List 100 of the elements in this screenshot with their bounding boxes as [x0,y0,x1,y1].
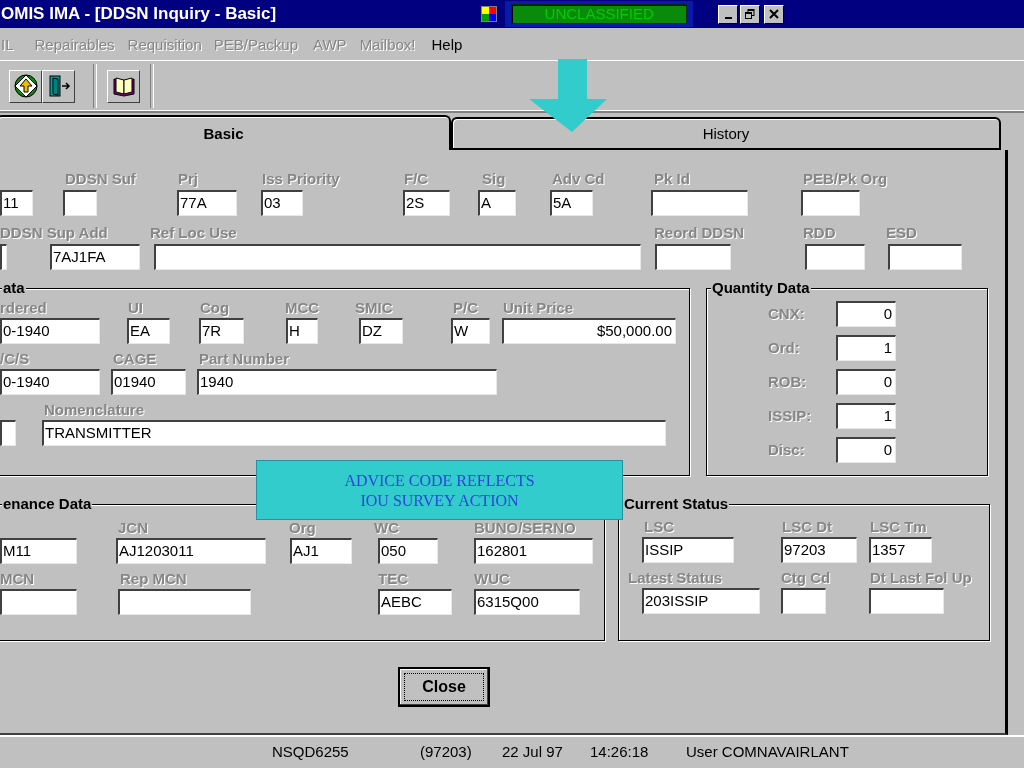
field-label: ISSIP: [768,407,812,424]
close-button[interactable]: Close [398,667,490,707]
app-icon [481,6,498,22]
tab[interactable]: History [451,117,1001,150]
text-field[interactable]: 0-1940 [0,369,100,395]
field-label: P/C [453,299,478,316]
field-label: Org [289,519,316,536]
field-label: JCN [118,519,148,536]
field-label: Dt Last Fol Up [870,569,972,586]
text-field[interactable]: M11 [0,538,77,564]
restore-icon [745,9,756,19]
text-field[interactable]: AJ1 [290,538,352,564]
text-field[interactable] [781,588,826,614]
text-field[interactable]: 1 [836,403,896,429]
text-field[interactable]: EA [127,318,170,344]
group-title: enance Data [2,496,93,512]
text-field[interactable] [869,588,944,614]
text-field[interactable] [805,244,865,270]
text-field[interactable] [801,190,860,216]
minimize-button[interactable] [718,4,739,24]
field-label: Iss Priority [262,170,340,187]
book-icon[interactable] [107,69,140,103]
text-field[interactable] [118,589,251,615]
text-field[interactable]: 050 [378,538,438,564]
text-field[interactable]: 01940 [111,369,186,395]
text-field[interactable]: 2S [403,190,450,216]
group-title: Current Status [623,496,730,512]
field-label: rdered [0,299,47,316]
text-field[interactable]: H [286,318,318,344]
text-field[interactable]: 1 [836,335,896,361]
status-text: 14:26:18 [590,743,650,760]
field-label: Unit Price [503,299,574,316]
field-label: Prj [178,170,198,187]
text-field[interactable]: 0 [836,301,896,327]
classification-label: UNCLASSIFIED [511,4,688,24]
text-field[interactable] [0,589,77,615]
field-label: Part Number [199,350,290,367]
field-label: WUC [474,570,510,587]
minimize-icon [724,16,732,19]
text-field[interactable]: 0-1940 [0,318,100,344]
status-text: NSQD6255 [272,743,350,760]
field-label: CAGE [113,350,157,367]
text-field[interactable]: 7R [199,318,244,344]
field-label: Cog [200,299,230,316]
field-label: Ref Loc Use [150,224,237,241]
text-field[interactable]: 162801 [474,538,593,564]
text-field[interactable]: 0 [836,369,896,395]
text-field[interactable]: W [451,318,490,344]
window-title: OMIS IMA - [DDSN Inquiry - Basic] [1,4,277,24]
text-field[interactable] [651,190,748,216]
field-label: Sig [482,170,506,187]
globe-icon[interactable] [9,69,42,103]
text-field[interactable]: $50,000.00 [502,318,676,344]
field-label: CNX: [768,305,805,322]
text-field[interactable]: 77A [177,190,237,216]
text-field[interactable]: 203ISSIP [642,588,760,614]
text-field[interactable] [0,420,16,446]
field-label: F/C [404,170,429,187]
field-label: MCC [285,299,320,316]
text-field[interactable]: ISSIP [642,537,734,563]
field-label: MCN [0,570,35,587]
text-field[interactable] [63,190,97,216]
field-label: Reord DDSN [654,224,744,241]
field-label: Ctg Cd [781,569,831,586]
field-label: SMIC [355,299,393,316]
field-label: UI [128,299,143,316]
field-label: LSC Dt [782,518,832,535]
text-field[interactable]: 1940 [197,369,497,395]
text-field[interactable]: 7AJ1FA [50,244,140,270]
field-label: DDSN Sup Add [0,224,108,241]
text-field[interactable]: 1357 [869,537,932,563]
text-field[interactable] [0,244,7,270]
text-field[interactable] [888,244,962,270]
field-label: TEC [378,570,408,587]
text-field[interactable]: TRANSMITTER [42,420,666,446]
text-field[interactable]: 97203 [781,537,857,563]
annotation-tooltip: ADVICE CODE REFLECTS IOU SURVEY ACTION [256,460,623,520]
text-field[interactable]: AJ1203011 [116,538,266,564]
restore-button[interactable] [740,4,761,24]
tab[interactable]: Basic [0,115,451,150]
field-label: Ord: [768,339,800,356]
text-field[interactable]: 6315Q00 [474,589,580,615]
group-title: ata [2,280,26,296]
field-label: DDSN Suf [65,170,136,187]
text-field[interactable]: 03 [261,190,303,216]
text-field[interactable]: DZ [359,318,403,344]
text-field[interactable] [154,244,641,270]
field-label: ROB: [768,373,807,390]
text-field[interactable]: AEBC [378,589,452,615]
text-field[interactable]: 11 [0,190,33,216]
status-text: 22 Jul 97 [502,743,564,760]
group-title: Quantity Data [711,280,811,296]
close-button[interactable] [764,4,785,24]
text-field[interactable]: A [478,190,516,216]
close-icon [769,9,780,19]
text-field[interactable]: 0 [836,437,896,463]
exit-door-icon[interactable] [42,69,75,103]
text-field[interactable]: 5A [550,190,593,216]
menu-item[interactable]: Help [431,33,463,55]
text-field[interactable] [655,244,731,270]
